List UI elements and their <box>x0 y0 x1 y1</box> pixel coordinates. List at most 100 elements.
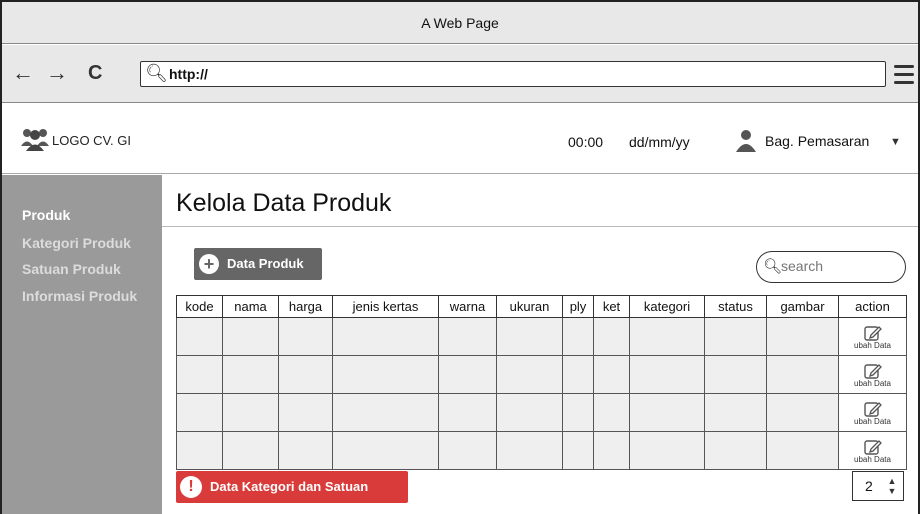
column-header[interactable]: jenis kertas <box>332 295 439 318</box>
table-row: ubah Data <box>176 355 907 394</box>
add-product-button[interactable]: + Data Produk <box>194 248 322 280</box>
reload-icon[interactable]: C <box>88 60 102 86</box>
browser-toolbar: ← → C 🔍︎ http:// <box>2 45 918 103</box>
logo-text: LOGO CV. GI <box>52 133 131 148</box>
table-cell <box>278 431 333 470</box>
edit-action-cell[interactable]: ubah Data <box>838 431 907 470</box>
column-header[interactable]: ply <box>562 295 594 318</box>
table-cell <box>629 431 705 470</box>
table-header-row: kode nama harga jenis kertas warna ukura… <box>176 295 907 318</box>
table-cell <box>176 355 223 394</box>
table-cell <box>222 355 279 394</box>
table-cell <box>496 355 563 394</box>
stepper-arrows-icon[interactable]: ▲ ▼ <box>885 476 899 496</box>
current-date: dd/mm/yy <box>629 134 690 150</box>
table-cell <box>704 431 767 470</box>
table-cell <box>629 393 705 432</box>
table-cell <box>629 317 705 356</box>
category-unit-label: Data Kategori dan Satuan <box>210 479 369 494</box>
user-menu[interactable]: Bag. Pemasaran <box>765 133 869 149</box>
edit-action-cell[interactable]: ubah Data <box>838 355 907 394</box>
sidebar-item-satuan-produk[interactable]: Satuan Produk <box>22 261 121 277</box>
table-cell <box>438 355 497 394</box>
table-cell <box>704 317 767 356</box>
table-cell <box>766 355 839 394</box>
table-cell <box>496 393 563 432</box>
user-icon <box>736 130 756 152</box>
column-header[interactable]: ket <box>593 295 630 318</box>
window-title: A Web Page <box>2 2 918 44</box>
search-input[interactable] <box>781 258 891 274</box>
users-logo-icon <box>21 129 49 151</box>
table-cell <box>438 393 497 432</box>
table-cell <box>332 393 439 432</box>
column-header[interactable]: warna <box>438 295 497 318</box>
edit-data-label: ubah Data <box>854 454 891 464</box>
edit-action-cell[interactable]: ubah Data <box>838 393 907 432</box>
table-cell <box>704 355 767 394</box>
column-header[interactable]: harga <box>278 295 333 318</box>
sidebar: Produk Kategori Produk Satuan Produk Inf… <box>2 175 162 514</box>
column-header[interactable]: status <box>704 295 767 318</box>
edit-icon <box>863 363 882 379</box>
back-arrow-icon[interactable]: ← <box>12 60 34 86</box>
table-cell <box>593 355 630 394</box>
column-header[interactable]: gambar <box>766 295 839 318</box>
table-cell <box>222 317 279 356</box>
table-cell <box>562 393 594 432</box>
sidebar-item-produk[interactable]: Produk <box>22 207 70 223</box>
address-bar[interactable]: 🔍︎ http:// <box>140 61 886 87</box>
edit-icon <box>863 439 882 455</box>
edit-icon <box>863 401 882 417</box>
main-content: Kelola Data Produk + Data Produk 🔍︎ kode… <box>162 175 918 514</box>
table-row: ubah Data <box>176 393 907 432</box>
add-product-label: Data Produk <box>227 256 304 271</box>
page-stepper[interactable]: 2 ▲ ▼ <box>852 471 904 501</box>
clock-time: 00:00 <box>568 134 604 150</box>
search-field[interactable]: 🔍︎ <box>756 251 906 283</box>
edit-data-label: ubah Data <box>854 340 891 350</box>
table-cell <box>766 393 839 432</box>
table-cell <box>766 431 839 470</box>
table-cell <box>278 317 333 356</box>
table-cell <box>629 355 705 394</box>
category-unit-button[interactable]: ! Data Kategori dan Satuan <box>176 471 408 503</box>
table-cell <box>176 317 223 356</box>
table-cell <box>332 355 439 394</box>
table-cell <box>593 317 630 356</box>
edit-icon <box>863 325 882 341</box>
table-cell <box>332 317 439 356</box>
table-cell <box>438 431 497 470</box>
table-cell <box>496 431 563 470</box>
page-title: Kelola Data Produk <box>176 189 392 217</box>
table-cell <box>496 317 563 356</box>
page-number: 2 <box>865 478 873 494</box>
table-cell <box>278 355 333 394</box>
table-cell <box>438 317 497 356</box>
table-cell <box>176 431 223 470</box>
divider <box>162 226 918 227</box>
search-icon: 🔍︎ <box>763 258 783 275</box>
forward-arrow-icon[interactable]: → <box>46 60 68 86</box>
table-cell <box>562 317 594 356</box>
edit-data-label: ubah Data <box>854 416 891 426</box>
sidebar-item-kategori-produk[interactable]: Kategori Produk <box>22 235 131 251</box>
column-header[interactable]: ukuran <box>496 295 563 318</box>
product-table: kode nama harga jenis kertas warna ukura… <box>176 295 907 470</box>
search-icon: 🔍︎ <box>145 63 168 83</box>
column-header[interactable]: kategori <box>629 295 705 318</box>
hamburger-menu-icon[interactable] <box>894 65 914 89</box>
table-cell <box>222 431 279 470</box>
edit-data-label: ubah Data <box>854 378 891 388</box>
table-row: ubah Data <box>176 431 907 470</box>
edit-action-cell[interactable]: ubah Data <box>838 317 907 356</box>
table-cell <box>562 431 594 470</box>
table-cell <box>704 393 767 432</box>
plus-icon: + <box>199 254 219 274</box>
browser-window: A Web Page ← → C 🔍︎ http:// LOGO CV. GI … <box>0 0 920 514</box>
column-header: action <box>838 295 907 318</box>
chevron-down-icon[interactable]: ▼ <box>890 136 901 148</box>
column-header[interactable]: nama <box>222 295 279 318</box>
column-header[interactable]: kode <box>176 295 223 318</box>
sidebar-item-informasi-produk[interactable]: Informasi Produk <box>22 288 137 304</box>
